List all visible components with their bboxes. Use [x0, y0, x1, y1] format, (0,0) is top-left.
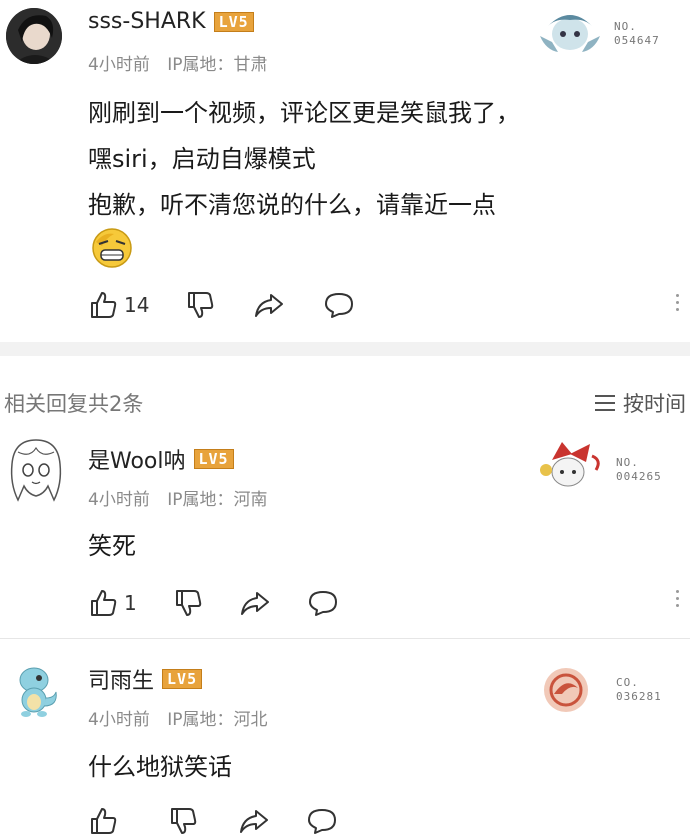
timestamp: 4小时前 [88, 710, 150, 730]
fan-badge-number: NO. 054647 [614, 20, 660, 48]
fan-badge-image [540, 15, 600, 52]
share-button[interactable] [238, 806, 270, 836]
avatar[interactable] [10, 662, 64, 718]
ip-location: IP属地：河南 [167, 490, 268, 510]
comment-meta: 4小时前 IP属地：河南 [88, 485, 268, 510]
fan-badge-image [540, 442, 600, 487]
fan-badge-image [544, 668, 588, 712]
dislike-button[interactable] [185, 290, 215, 320]
reply-content: 笑死 [88, 532, 136, 560]
fan-badge-no-value: 036281 [616, 690, 662, 703]
dislike-button[interactable] [168, 806, 198, 836]
reply-divider [0, 638, 690, 639]
like-button[interactable]: 14 [88, 290, 149, 320]
thumbs-down-icon [188, 292, 214, 318]
fan-badge-no-label: NO. [614, 20, 637, 33]
like-count: 1 [124, 591, 137, 615]
comment-bubble-icon [308, 809, 336, 834]
replies-count-label: 相关回复共2条 [4, 392, 144, 416]
thumbs-up-icon [91, 808, 117, 834]
user-avatar-image [6, 8, 62, 64]
timestamp: 4小时前 [88, 490, 150, 510]
avatar[interactable] [4, 434, 68, 506]
fan-badge-no-value: 054647 [614, 34, 660, 47]
thumbs-down-icon [171, 808, 197, 834]
username-text[interactable]: 是Wool呐 [88, 443, 186, 475]
comment-bubble-icon [308, 591, 337, 616]
avatar[interactable] [6, 8, 62, 64]
comment-meta: 4小时前 IP属地：甘肃 [88, 50, 268, 75]
reply-actions: 1 [88, 588, 339, 618]
reply-content: 什么地狱笑话 [88, 753, 232, 781]
fan-badge-no-value: 004265 [616, 470, 662, 483]
grimace-face-emoji [90, 226, 134, 270]
fan-badge-number: NO. 004265 [616, 456, 662, 484]
reply-avatar-image [10, 662, 64, 718]
share-icon [240, 592, 269, 615]
username[interactable]: 是Wool呐 LV5 [88, 443, 234, 475]
comment-bubble-icon [325, 293, 354, 318]
fan-badge-no-label: NO. [616, 456, 639, 469]
ip-location: IP属地：河北 [167, 710, 268, 730]
share-button[interactable] [253, 290, 285, 320]
reply-button[interactable] [307, 588, 339, 618]
level-badge: LV5 [193, 449, 234, 469]
share-icon [255, 294, 284, 317]
fan-badge[interactable] [530, 6, 610, 56]
reply-button[interactable] [306, 806, 338, 836]
thumbs-up-icon [91, 590, 117, 616]
comment-actions: 14 [88, 290, 355, 320]
fan-badge[interactable] [540, 664, 592, 716]
like-button[interactable] [88, 806, 124, 836]
ip-location: IP属地：甘肃 [167, 55, 268, 75]
share-icon [240, 810, 268, 833]
comment-content: 刚刷到一个视频，评论区更是笑鼠我了， 嘿siri，启动自爆模式 抱歉，听不清您说… [88, 90, 520, 228]
fan-badge[interactable] [532, 436, 610, 492]
level-badge: LV5 [213, 11, 254, 32]
timestamp: 4小时前 [88, 55, 150, 75]
comment-meta: 4小时前 IP属地：河北 [88, 705, 268, 730]
more-options-icon[interactable] [676, 294, 679, 311]
thumbs-down-icon [175, 590, 201, 616]
fan-badge-no-label: CO. [616, 676, 639, 689]
username[interactable]: sss-SHARK LV5 [88, 9, 254, 34]
fan-badge-number: CO. 036281 [616, 676, 662, 704]
thumbs-up-icon [91, 292, 117, 318]
comment-line: 刚刷到一个视频，评论区更是笑鼠我了， [88, 99, 520, 127]
reply-avatar-image [4, 434, 68, 506]
username[interactable]: 司雨生 LV5 [88, 663, 203, 695]
sort-by-time-button[interactable]: 按时间 [595, 388, 686, 418]
more-options-icon[interactable] [676, 590, 679, 607]
sort-icon [595, 395, 615, 411]
comment-line: 抱歉，听不清您说的什么，请靠近一点 [88, 191, 496, 219]
username-text[interactable]: 司雨生 [88, 663, 154, 695]
reply-button[interactable] [323, 290, 355, 320]
reply-actions [88, 806, 338, 836]
section-divider [0, 342, 690, 356]
sort-label: 按时间 [623, 392, 686, 416]
like-count: 14 [124, 293, 150, 317]
comment-line: 嘿siri，启动自爆模式 [88, 145, 316, 173]
like-button[interactable]: 1 [88, 588, 137, 618]
username-text[interactable]: sss-SHARK [88, 9, 206, 34]
level-badge: LV5 [162, 669, 203, 689]
share-button[interactable] [239, 588, 271, 618]
dislike-button[interactable] [173, 588, 203, 618]
